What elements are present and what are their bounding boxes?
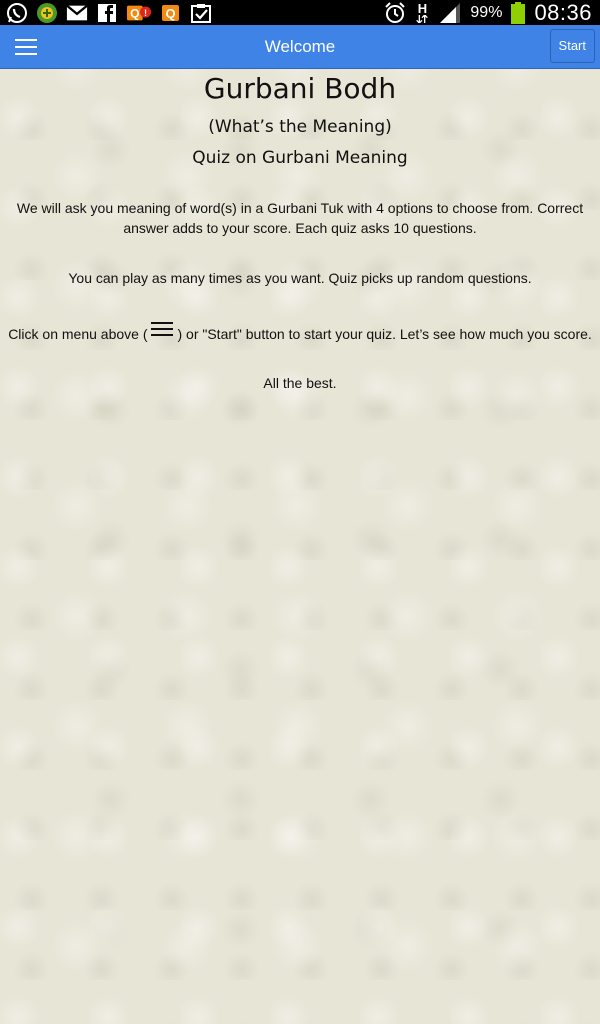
- welcome-content: Gurbani Bodh (What’s the Meaning) Quiz o…: [0, 70, 600, 393]
- instructions-paragraph: Click on menu above ( ) or "Start" button…: [0, 321, 600, 344]
- instructions-text-before: Click on menu above (: [8, 326, 148, 342]
- subtitle: (What’s the Meaning): [208, 117, 392, 137]
- inline-menu-icon: [151, 322, 174, 336]
- app-name-heading: Gurbani Bodh: [203, 72, 397, 105]
- start-button[interactable]: Start: [549, 29, 595, 63]
- page-title: Welcome: [264, 37, 336, 56]
- q-badge-text: Q: [130, 6, 139, 20]
- replay-paragraph: You can play as many times as you want. …: [68, 270, 532, 286]
- system-icons: H 99% 08:36: [384, 0, 592, 26]
- whatsapp-icon: [6, 2, 28, 23]
- instructions-text-after: ) or "Start" button to start your quiz. …: [177, 326, 592, 342]
- data-h-icon: H: [414, 0, 430, 23]
- q-alert-text: !: [144, 7, 147, 17]
- facebook-icon: [96, 3, 118, 23]
- app-icon: [36, 2, 58, 23]
- closing-text: All the best.: [263, 375, 337, 391]
- q-icon-text: Q: [165, 6, 175, 21]
- menu-button[interactable]: [10, 32, 42, 62]
- app-bar: Welcome Start: [0, 25, 600, 69]
- intro-paragraph: We will ask you meaning of word(s) in a …: [16, 200, 584, 236]
- data-type-label: H: [417, 0, 428, 16]
- battery-icon: [510, 1, 526, 24]
- clock: 08:36: [534, 0, 592, 25]
- notification-icons: Q ! Q: [6, 2, 212, 23]
- battery-percent: 99%: [470, 3, 503, 21]
- tagline: Quiz on Gurbani Meaning: [192, 148, 408, 168]
- hamburger-icon: [15, 39, 37, 55]
- q-icon: Q: [160, 3, 182, 23]
- signal-icon: [438, 2, 462, 23]
- alarm-icon: [384, 1, 406, 23]
- q-alert-icon: Q !: [126, 3, 152, 23]
- status-bar: Q ! Q H 99% 08:36: [0, 0, 600, 25]
- gmail-icon: [66, 3, 88, 23]
- clipboard-check-icon: [190, 3, 212, 23]
